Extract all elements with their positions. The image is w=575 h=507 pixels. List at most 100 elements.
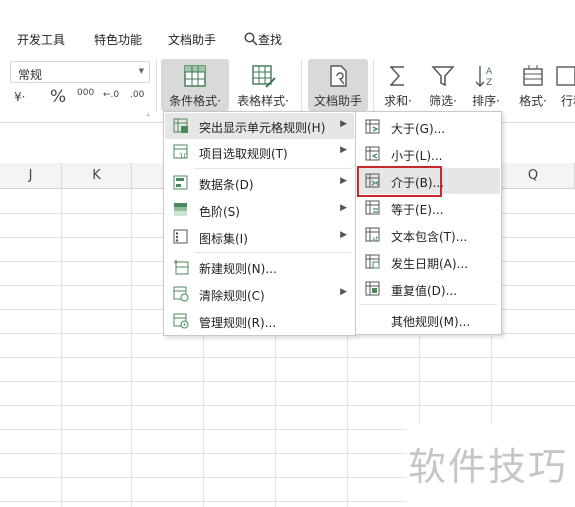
submenu-item-greater-than[interactable]: 大于(G)... xyxy=(357,114,500,140)
menu-item-data-bars[interactable]: 数据条(D) ▶ xyxy=(165,170,354,196)
menu-item-highlight-cell-rules[interactable]: 突出显示单元格规则(H) ▶ xyxy=(165,113,354,139)
submenu-item-date-occurring[interactable]: 发生日期(A)... xyxy=(357,249,500,275)
column-header-k[interactable]: K xyxy=(62,163,132,189)
number-format-select[interactable]: 常规 ▼ xyxy=(10,61,150,83)
tab-developer-tools[interactable]: 开发工具 xyxy=(17,31,65,48)
menu-item-label: 管理规则(R)... xyxy=(199,316,277,330)
tab-document-assistant[interactable]: 文档助手 xyxy=(168,31,216,48)
menu-item-icon-sets[interactable]: 图标集(I) ▶ xyxy=(165,224,354,250)
menu-item-label: 清除规则(C) xyxy=(199,289,265,303)
document-assistant-icon xyxy=(330,65,347,87)
tab-find[interactable]: 查找 xyxy=(244,31,282,48)
submenu-item-label: 等于(E)... xyxy=(391,203,444,217)
thousands-separator-button[interactable]: 000 xyxy=(77,88,94,98)
menu-item-new-rule[interactable]: 新建规则(N)... xyxy=(165,254,354,280)
menu-item-top-bottom-rules[interactable]: 10 项目选取规则(T) ▶ xyxy=(165,139,354,165)
table-style-label: 表格样式· xyxy=(237,94,289,108)
less-than-icon xyxy=(365,146,380,161)
conditional-format-menu: 突出显示单元格规则(H) ▶ 10 项目选取规则(T) ▶ 数据条(D) ▶ 色… xyxy=(163,111,356,336)
format-button[interactable]: 格式· xyxy=(512,59,554,111)
chevron-right-icon: ▶ xyxy=(340,287,347,297)
document-assistant-label: 文档助手 xyxy=(313,94,362,108)
menu-item-label: 新建规则(N)... xyxy=(199,262,277,276)
conditional-format-button[interactable]: 条件格式· xyxy=(161,59,229,111)
data-bars-icon xyxy=(173,175,188,190)
format-label: 格式· xyxy=(519,94,547,108)
submenu-item-label: 文本包含(T)... xyxy=(391,230,468,244)
dialog-launcher-icon[interactable]: ⌟ xyxy=(146,108,150,117)
text-contains-icon: ab xyxy=(365,227,380,243)
new-rule-icon xyxy=(174,260,189,275)
submenu-item-more-rules[interactable]: 其他规则(M)... xyxy=(357,307,500,333)
format-icon xyxy=(523,65,543,86)
table-style-icon xyxy=(252,65,276,88)
menu-item-manage-rules[interactable]: 管理规则(R)... xyxy=(165,308,354,334)
clear-rules-icon xyxy=(173,286,189,302)
table-style-button[interactable]: 表格样式· xyxy=(232,59,294,111)
conditional-format-icon xyxy=(184,65,206,87)
column-header-j[interactable]: J xyxy=(0,163,62,189)
ribbon-divider xyxy=(301,60,302,112)
color-scales-icon xyxy=(174,203,187,216)
menu-item-label: 突出显示单元格规则(H) xyxy=(199,121,326,135)
grid-row-line xyxy=(0,381,575,382)
top-bottom-rules-icon: 10 xyxy=(173,144,188,160)
percent-format-button[interactable]: % xyxy=(50,87,66,107)
watermark-text: 软件技巧 xyxy=(408,445,569,489)
highlight-rules-icon xyxy=(173,118,188,133)
ribbon-toolbar: 开发工具 特色功能 文档助手 查找 常规 ▼ ¥· % 000 ←.0 .00 … xyxy=(0,0,575,123)
chevron-right-icon: ▶ xyxy=(340,176,347,186)
submenu-item-equal-to[interactable]: 等于(E)... xyxy=(357,195,500,221)
svg-text:ab: ab xyxy=(372,236,380,243)
increase-decimal-button[interactable]: ←.0 xyxy=(103,90,119,100)
currency-format-button[interactable]: ¥· xyxy=(14,90,25,104)
date-occurring-icon xyxy=(365,254,380,269)
watermark: 软件技巧 xyxy=(406,424,575,507)
sum-label: 求和· xyxy=(384,94,412,108)
grid-column-line xyxy=(61,189,62,507)
submenu-item-label: 发生日期(A)... xyxy=(391,257,469,271)
svg-text:A: A xyxy=(486,67,493,77)
submenu-item-label: 大于(G)... xyxy=(391,122,446,136)
duplicate-values-icon xyxy=(365,281,380,296)
sort-icon: A Z xyxy=(475,66,493,88)
tab-special-features[interactable]: 特色功能 xyxy=(94,31,142,48)
grid-row-line xyxy=(0,405,575,406)
column-header-q[interactable]: Q xyxy=(492,163,575,189)
filter-icon xyxy=(431,66,455,87)
column-header-label: K xyxy=(92,168,101,183)
equal-to-icon xyxy=(365,200,380,215)
grid-row-line xyxy=(0,357,575,358)
sum-button[interactable]: 求和· xyxy=(378,59,418,111)
menu-separator xyxy=(194,252,351,253)
grid-column-line xyxy=(131,189,132,507)
row-col-icon xyxy=(556,66,575,86)
conditional-format-label: 条件格式· xyxy=(169,94,221,108)
row-col-button[interactable]: 行和 xyxy=(556,59,575,111)
ribbon-divider xyxy=(156,60,157,112)
menu-item-label: 项目选取规则(T) xyxy=(199,147,288,161)
svg-text:10: 10 xyxy=(179,152,188,160)
svg-text:Z: Z xyxy=(486,78,492,88)
chevron-right-icon: ▶ xyxy=(340,203,347,213)
menu-item-label: 色阶(S) xyxy=(199,205,240,219)
filter-button[interactable]: 筛选· xyxy=(422,59,464,111)
sigma-icon xyxy=(389,66,404,86)
chevron-down-icon: ▼ xyxy=(138,67,144,75)
menu-item-label: 图标集(I) xyxy=(199,232,248,246)
menu-item-clear-rules[interactable]: 清除规则(C) ▶ xyxy=(165,281,354,307)
menu-item-color-scales[interactable]: 色阶(S) ▶ xyxy=(165,197,354,223)
decrease-decimal-button[interactable]: .00 xyxy=(130,90,144,100)
column-header-label: J xyxy=(28,168,33,183)
ribbon-divider xyxy=(373,60,374,112)
submenu-item-duplicate-values[interactable]: 重复值(D)... xyxy=(357,276,500,302)
tab-find-label: 查找 xyxy=(258,33,283,47)
submenu-item-less-than[interactable]: 小于(L)... xyxy=(357,141,500,167)
manage-rules-icon xyxy=(173,313,189,329)
document-assistant-button[interactable]: 文档助手 xyxy=(308,59,368,111)
sort-button[interactable]: A Z 排序· xyxy=(466,59,506,111)
chevron-right-icon: ▶ xyxy=(340,230,347,240)
column-header-label: Q xyxy=(527,168,539,183)
submenu-item-text-contains[interactable]: ab 文本包含(T)... xyxy=(357,222,500,248)
menu-separator xyxy=(360,304,497,305)
